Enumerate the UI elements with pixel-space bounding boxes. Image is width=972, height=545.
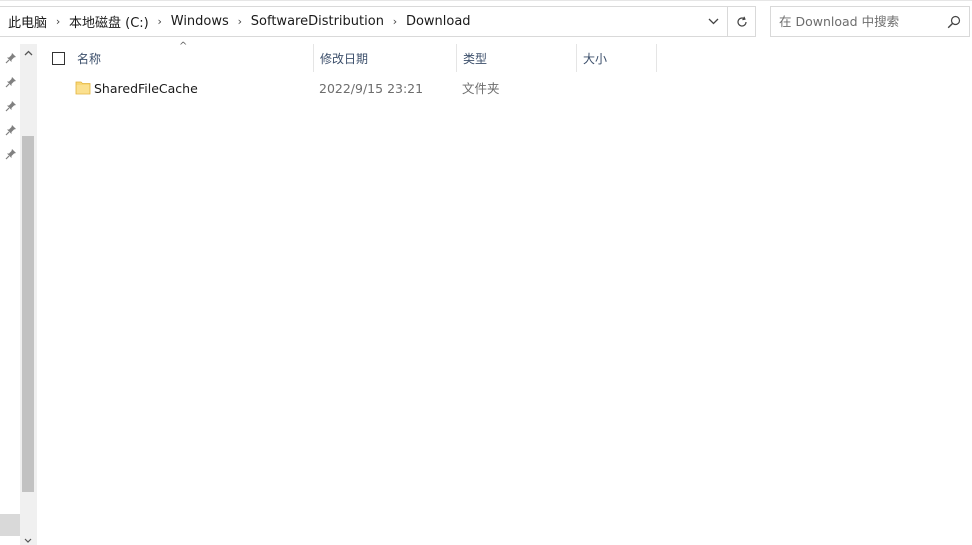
file-row[interactable]: SharedFileCache 2022/9/15 23:21 文件夹 [37,76,972,100]
address-bar[interactable]: 此电脑 › 本地磁盘 (C:) › Windows › SoftwareDist… [0,6,756,37]
breadcrumb-item-download[interactable]: Download [406,14,471,29]
refresh-icon [736,16,747,27]
breadcrumb-item-this-pc[interactable]: 此电脑 [8,12,47,31]
breadcrumb-item-windows[interactable]: Windows [171,14,229,29]
column-divider[interactable] [656,44,657,72]
breadcrumb-separator-icon[interactable]: › [229,15,251,28]
file-type: 文件夹 [462,81,500,96]
navigation-pane-scrollbar[interactable] [20,44,36,545]
nav-item-selected[interactable] [0,514,20,536]
pane-divider[interactable] [36,44,37,545]
select-all-checkbox[interactable] [52,52,65,65]
navigation-pane[interactable] [0,44,20,545]
file-explorer-window: 此电脑 › 本地磁盘 (C:) › Windows › SoftwareDist… [0,0,972,545]
scrollbar-thumb[interactable] [22,136,34,492]
pin-icon[interactable] [5,100,17,112]
pin-icon[interactable] [5,76,17,88]
breadcrumb-separator-icon[interactable]: › [47,15,69,28]
file-date-modified: 2022/9/15 23:21 [319,81,424,96]
search-input[interactable] [771,13,941,30]
chevron-down-icon [24,538,32,543]
pin-icon[interactable] [5,52,17,64]
column-header-type[interactable]: 类型 [457,44,576,72]
column-header-size[interactable]: 大小 [577,44,656,72]
pin-icon[interactable] [5,124,17,136]
address-history-button[interactable] [698,7,727,36]
breadcrumb: 此电脑 › 本地磁盘 (C:) › Windows › SoftwareDist… [0,7,698,36]
scroll-up-button[interactable] [20,44,36,62]
breadcrumb-item-local-disk[interactable]: 本地磁盘 (C:) [69,12,149,31]
scroll-down-button[interactable] [20,535,36,545]
pin-icon[interactable] [5,148,17,160]
column-header-row: ^ 名称 修改日期 类型 大小 [37,41,972,72]
chevron-down-icon [708,18,718,25]
window-top-divider [0,0,972,5]
breadcrumb-item-softwaredistribution[interactable]: SoftwareDistribution [251,14,384,29]
breadcrumb-separator-icon[interactable]: › [149,15,171,28]
column-header-name[interactable]: 名称 [71,44,313,72]
column-header-date-modified[interactable]: 修改日期 [314,44,456,72]
file-name[interactable]: SharedFileCache [94,76,198,100]
refresh-button[interactable] [727,7,755,36]
folder-icon [75,81,91,95]
search-icon[interactable] [947,15,961,29]
search-box[interactable] [770,6,970,37]
chevron-up-icon [24,50,32,56]
breadcrumb-separator-icon[interactable]: › [384,15,406,28]
